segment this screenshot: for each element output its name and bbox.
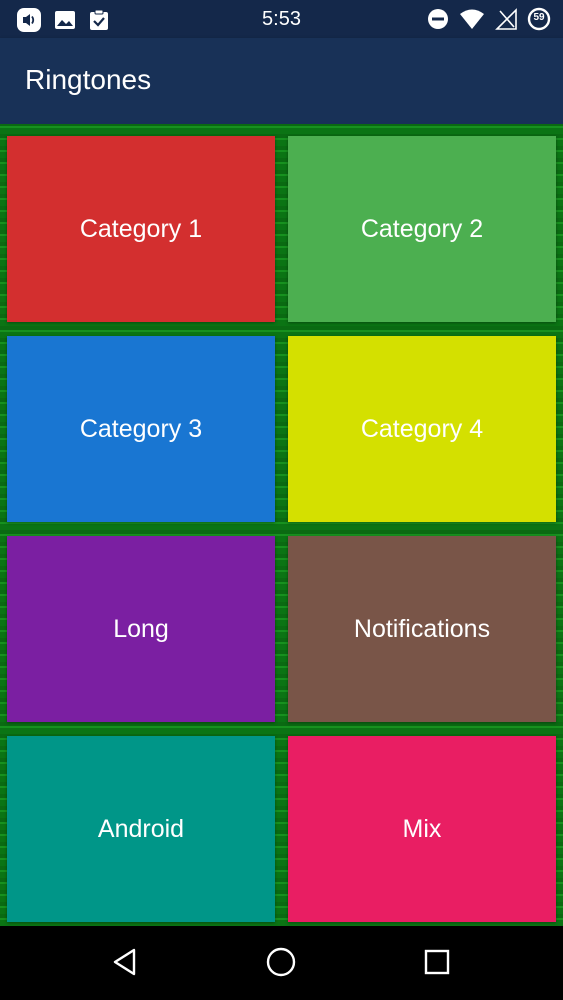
- tile-android[interactable]: Android: [7, 736, 275, 922]
- battery-level: 59: [533, 12, 545, 23]
- tile-label: Category 3: [79, 414, 203, 443]
- page-title: Ringtones: [25, 64, 152, 95]
- tile-mix[interactable]: Mix: [288, 736, 556, 922]
- tile-category-1[interactable]: Category 1: [7, 136, 275, 322]
- app-bar: Ringtones: [0, 38, 563, 124]
- back-button[interactable]: [105, 944, 145, 984]
- tile-label: Category 4: [360, 414, 484, 443]
- tile-category-3[interactable]: Category 3: [7, 336, 275, 522]
- tile-long[interactable]: Long: [7, 536, 275, 722]
- tile-label: Notifications: [353, 614, 491, 643]
- screen: 5:53 59 Ringtones Category 1 Category 2 …: [0, 0, 563, 1000]
- recents-icon: [423, 948, 451, 981]
- wifi-icon: [459, 8, 485, 30]
- battery-icon: 59: [527, 7, 551, 31]
- status-right-icons: 59: [427, 7, 551, 31]
- tile-label: Category 2: [360, 214, 484, 243]
- recents-button[interactable]: [417, 944, 457, 984]
- no-sim-icon: [495, 8, 517, 30]
- status-bar: 5:53 59: [0, 0, 563, 38]
- tile-label: Mix: [402, 814, 442, 843]
- tile-notifications[interactable]: Notifications: [288, 536, 556, 722]
- tile-label: Android: [97, 814, 185, 843]
- category-grid: Category 1 Category 2 Category 3 Categor…: [0, 124, 563, 926]
- home-icon: [265, 946, 297, 983]
- navigation-bar: [0, 926, 563, 1000]
- tile-label: Category 1: [79, 214, 203, 243]
- home-button[interactable]: [261, 944, 301, 984]
- tile-category-2[interactable]: Category 2: [288, 136, 556, 322]
- back-icon: [110, 947, 140, 982]
- tile-label: Long: [113, 614, 169, 643]
- tile-category-4[interactable]: Category 4: [288, 336, 556, 522]
- do-not-disturb-icon: [427, 8, 449, 30]
